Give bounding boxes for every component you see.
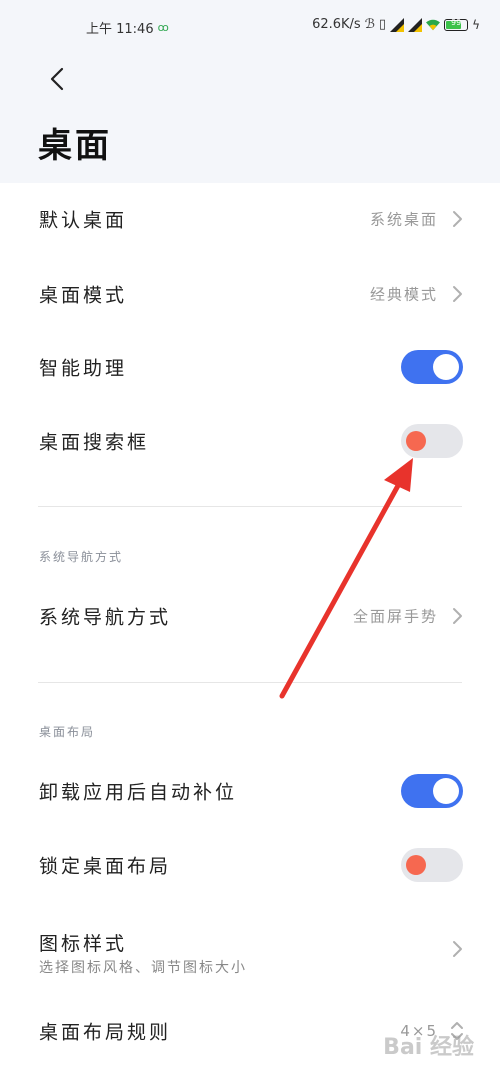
row-label: 桌面布局规则 <box>39 1021 172 1044</box>
desktop-mode-row[interactable]: 桌面模式 经典模式 <box>0 257 500 331</box>
chevron-right-icon <box>453 286 462 302</box>
row-label: 默认桌面 <box>39 209 128 232</box>
row-value: 经典模式 <box>369 285 438 304</box>
toggle-knob <box>406 431 426 451</box>
lock-layout-toggle[interactable] <box>401 848 463 882</box>
row-label: 桌面模式 <box>39 284 128 307</box>
system-navigation-row[interactable]: 系统导航方式 全面屏手势 <box>0 579 500 653</box>
auto-fill-row: 卸载应用后自动补位 <box>0 754 500 828</box>
wifi-icon <box>426 19 441 30</box>
icon-style-row[interactable]: 图标样式 选择图标风格、调节图标大小 <box>0 907 500 991</box>
signal-icon-2 <box>408 17 423 32</box>
smart-assistant-row: 智能助理 <box>0 330 500 404</box>
toggle-knob <box>406 855 426 875</box>
desktop-search-row: 桌面搜索框 <box>0 404 500 478</box>
back-button[interactable] <box>42 64 72 94</box>
lock-layout-row: 锁定桌面布局 <box>0 828 500 902</box>
bike-icon: ꝏ <box>157 21 169 34</box>
row-label: 锁定桌面布局 <box>39 855 172 878</box>
charging-icon: ϟ <box>472 17 480 32</box>
chevron-right-icon <box>453 608 462 624</box>
auto-fill-toggle[interactable] <box>401 774 463 808</box>
row-label: 智能助理 <box>39 357 128 380</box>
row-label: 系统导航方式 <box>39 606 172 629</box>
chevron-right-icon <box>453 941 462 957</box>
section-header-layout: 桌面布局 <box>39 725 96 739</box>
section-header-navigation: 系统导航方式 <box>39 550 124 564</box>
clock: 上午 11:46 <box>86 22 154 37</box>
status-right: 62.6K/s ℬ ▯ 99 ϟ <box>312 17 480 32</box>
status-left: 上午 11:46 ꝏ <box>86 18 169 37</box>
watermark-logo: Bai 经验 <box>383 1035 474 1060</box>
page-title: 桌面 <box>38 126 112 166</box>
divider <box>38 682 462 683</box>
divider <box>38 506 462 507</box>
row-subtitle: 选择图标风格、调节图标大小 <box>39 960 247 976</box>
row-value: 全面屏手势 <box>352 607 438 626</box>
row-label: 桌面搜索框 <box>39 431 150 454</box>
battery-icon: 99 <box>444 18 469 31</box>
toggle-knob <box>433 778 459 804</box>
toggle-knob <box>433 354 459 380</box>
row-label: 图标样式 <box>39 933 128 955</box>
desktop-search-toggle[interactable] <box>401 424 463 458</box>
smart-assistant-toggle[interactable] <box>401 350 463 384</box>
default-desktop-row[interactable]: 默认桌面 系统桌面 <box>0 182 500 256</box>
bluetooth-icon: ℬ <box>364 17 375 32</box>
chevron-left-icon <box>50 67 64 91</box>
chevron-right-icon <box>453 211 462 227</box>
status-bar: 上午 11:46 ꝏ 62.6K/s ℬ ▯ 99 ϟ <box>0 0 500 56</box>
row-value: 系统桌面 <box>369 210 438 229</box>
signal-icon <box>390 17 405 32</box>
vibrate-icon: ▯ <box>378 17 387 32</box>
network-speed: 62.6K/s <box>312 17 361 32</box>
row-label: 卸载应用后自动补位 <box>39 781 238 804</box>
